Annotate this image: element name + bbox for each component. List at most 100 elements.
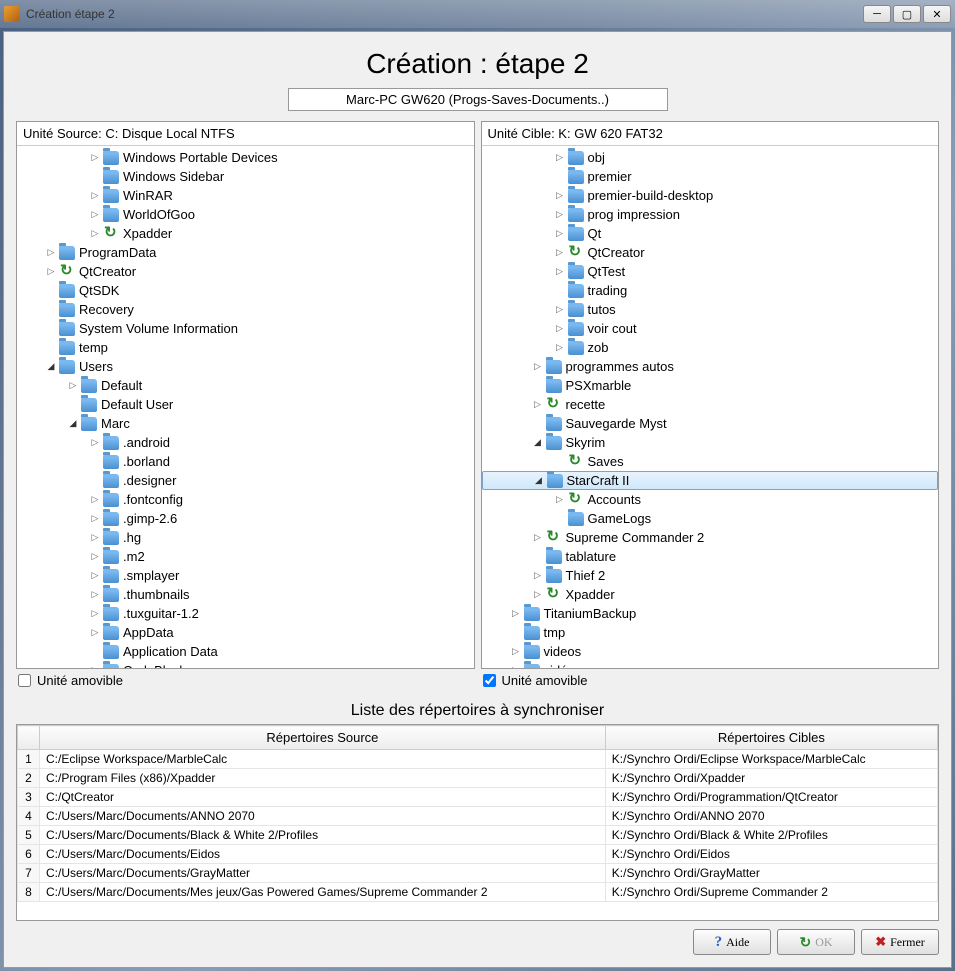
expand-icon[interactable]: ▷ <box>532 399 544 411</box>
tree-item[interactable]: ▷Default <box>17 376 474 395</box>
expand-icon[interactable]: ▷ <box>554 209 566 221</box>
tree-item[interactable]: ▷.smplayer <box>17 566 474 585</box>
expand-icon[interactable]: ▷ <box>554 190 566 202</box>
tree-item[interactable]: ▷QtSDK <box>17 281 474 300</box>
tree-item[interactable]: ▷Xpadder <box>17 224 474 243</box>
tree-item[interactable]: ▷AppData <box>17 623 474 642</box>
tree-item[interactable]: ▷.designer <box>17 471 474 490</box>
source-path-cell[interactable]: C:/Users/Marc/Documents/GrayMatter <box>40 864 606 883</box>
tree-item[interactable]: ▷zob <box>482 338 939 357</box>
tree-item[interactable]: ▷tablature <box>482 547 939 566</box>
tree-item[interactable]: ▷.borland <box>17 452 474 471</box>
target-path-cell[interactable]: K:/Synchro Ordi/Eidos <box>605 845 937 864</box>
expand-icon[interactable]: ▷ <box>532 570 544 582</box>
expand-icon[interactable]: ▷ <box>89 627 101 639</box>
target-path-cell[interactable]: K:/Synchro Ordi/Black & White 2/Profiles <box>605 826 937 845</box>
expand-icon[interactable]: ▷ <box>89 228 101 240</box>
source-path-cell[interactable]: C:/QtCreator <box>40 788 606 807</box>
expand-icon[interactable]: ▷ <box>532 532 544 544</box>
expand-icon[interactable]: ▷ <box>554 342 566 354</box>
tree-item[interactable]: ▷obj <box>482 148 939 167</box>
tree-item[interactable]: ▷Supreme Commander 2 <box>482 528 939 547</box>
expand-icon[interactable]: ▷ <box>554 266 566 278</box>
source-path-cell[interactable]: C:/Users/Marc/Documents/ANNO 2070 <box>40 807 606 826</box>
tree-item[interactable]: ▷recette <box>482 395 939 414</box>
expand-icon[interactable]: ▷ <box>554 494 566 506</box>
expand-icon[interactable]: ▷ <box>89 589 101 601</box>
tree-item[interactable]: ▷Xpadder <box>482 585 939 604</box>
table-row[interactable]: 7C:/Users/Marc/Documents/GrayMatterK:/Sy… <box>18 864 938 883</box>
collapse-icon[interactable]: ◢ <box>67 418 79 430</box>
table-row[interactable]: 4C:/Users/Marc/Documents/ANNO 2070K:/Syn… <box>18 807 938 826</box>
expand-icon[interactable]: ▷ <box>510 665 522 669</box>
target-pane-header[interactable]: Unité Cible: K: GW 620 FAT32 <box>482 122 939 146</box>
table-row[interactable]: 2C:/Program Files (x86)/XpadderK:/Synchr… <box>18 769 938 788</box>
titlebar[interactable]: Création étape 2 ─ ▢ ✕ <box>0 0 955 28</box>
expand-icon[interactable]: ▷ <box>89 437 101 449</box>
tree-item[interactable]: ▷temp <box>17 338 474 357</box>
tree-item[interactable]: ▷CodeBlocks <box>17 661 474 668</box>
help-button[interactable]: ? Aide <box>693 929 771 955</box>
source-path-cell[interactable]: C:/Users/Marc/Documents/Black & White 2/… <box>40 826 606 845</box>
expand-icon[interactable]: ▷ <box>554 304 566 316</box>
tree-item[interactable]: ▷tmp <box>482 623 939 642</box>
tree-item[interactable]: ▷videos <box>482 642 939 661</box>
expand-icon[interactable]: ▷ <box>89 551 101 563</box>
expand-icon[interactable]: ▷ <box>89 190 101 202</box>
minimize-button[interactable]: ─ <box>863 5 891 23</box>
source-removable-checkbox[interactable] <box>18 674 31 687</box>
tree-item[interactable]: ▷ProgramData <box>17 243 474 262</box>
tree-item[interactable]: ▷QtTest <box>482 262 939 281</box>
tree-item[interactable]: ▷.tuxguitar-1.2 <box>17 604 474 623</box>
tree-item[interactable]: ▷.thumbnails <box>17 585 474 604</box>
expand-icon[interactable]: ▷ <box>532 589 544 601</box>
tree-item[interactable]: ▷QtCreator <box>17 262 474 281</box>
tree-item[interactable]: ▷Windows Sidebar <box>17 167 474 186</box>
tree-item[interactable]: ▷voir cout <box>482 319 939 338</box>
collapse-icon[interactable]: ◢ <box>533 475 545 487</box>
tree-item[interactable]: ▷TitaniumBackup <box>482 604 939 623</box>
expand-icon[interactable]: ▷ <box>89 665 101 669</box>
expand-icon[interactable]: ▷ <box>554 323 566 335</box>
tree-item[interactable]: ▷Qt <box>482 224 939 243</box>
tree-item[interactable]: ▷.m2 <box>17 547 474 566</box>
tree-item[interactable]: ▷.fontconfig <box>17 490 474 509</box>
col-target-header[interactable]: Répertoires Cibles <box>605 726 937 750</box>
tree-item[interactable]: ▷prog impression <box>482 205 939 224</box>
target-removable-checkbox[interactable] <box>483 674 496 687</box>
expand-icon[interactable]: ▷ <box>67 380 79 392</box>
tree-item[interactable]: ▷PSXmarble <box>482 376 939 395</box>
tree-item[interactable]: ▷System Volume Information <box>17 319 474 338</box>
table-row[interactable]: 8C:/Users/Marc/Documents/Mes jeux/Gas Po… <box>18 883 938 902</box>
target-tree[interactable]: ▷obj▷premier▷premier-build-desktop▷prog … <box>482 146 939 668</box>
target-path-cell[interactable]: K:/Synchro Ordi/GrayMatter <box>605 864 937 883</box>
expand-icon[interactable]: ▷ <box>554 247 566 259</box>
expand-icon[interactable]: ▷ <box>89 532 101 544</box>
expand-icon[interactable]: ▷ <box>89 570 101 582</box>
tree-item[interactable]: ◢Users <box>17 357 474 376</box>
tree-item[interactable]: ▷.hg <box>17 528 474 547</box>
tree-item[interactable]: ◢Marc <box>17 414 474 433</box>
target-path-cell[interactable]: K:/Synchro Ordi/ANNO 2070 <box>605 807 937 826</box>
expand-icon[interactable]: ▷ <box>89 608 101 620</box>
tree-item[interactable]: ▷Sauvegarde Myst <box>482 414 939 433</box>
expand-icon[interactable]: ▷ <box>89 513 101 525</box>
expand-icon[interactable]: ▷ <box>45 266 57 278</box>
tree-item[interactable]: ▷Windows Portable Devices <box>17 148 474 167</box>
tree-item[interactable]: ◢StarCraft II <box>482 471 939 490</box>
tree-item[interactable]: ▷trading <box>482 281 939 300</box>
expand-icon[interactable]: ▷ <box>45 247 57 259</box>
tree-item[interactable]: ▷WinRAR <box>17 186 474 205</box>
table-row[interactable]: 1C:/Eclipse Workspace/MarbleCalcK:/Synch… <box>18 750 938 769</box>
tree-item[interactable]: ▷premier-build-desktop <box>482 186 939 205</box>
target-path-cell[interactable]: K:/Synchro Ordi/Programmation/QtCreator <box>605 788 937 807</box>
tree-item[interactable]: ▷Default User <box>17 395 474 414</box>
tree-item[interactable]: ▷Application Data <box>17 642 474 661</box>
close-button[interactable]: ✕ <box>923 5 951 23</box>
source-tree[interactable]: ▷Windows Portable Devices▷Windows Sideba… <box>17 146 474 668</box>
table-row[interactable]: 3C:/QtCreatorK:/Synchro Ordi/Programmati… <box>18 788 938 807</box>
expand-icon[interactable]: ▷ <box>510 646 522 658</box>
expand-icon[interactable]: ▷ <box>510 608 522 620</box>
table-row[interactable]: 5C:/Users/Marc/Documents/Black & White 2… <box>18 826 938 845</box>
expand-icon[interactable]: ▷ <box>554 152 566 164</box>
